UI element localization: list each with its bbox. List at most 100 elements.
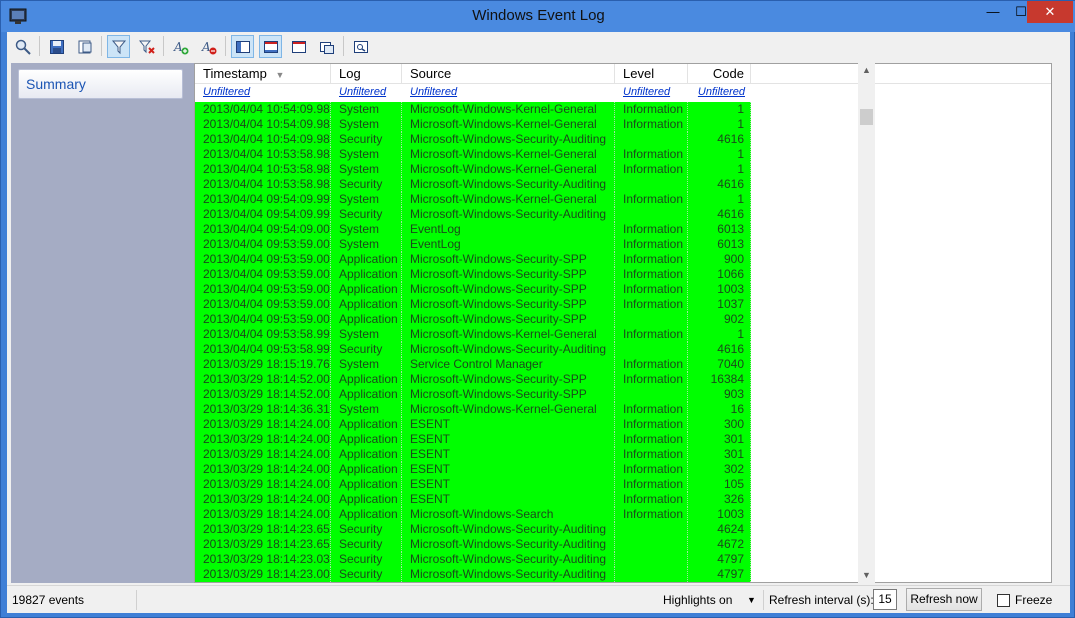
table-row[interactable]: 2013/04/04 09:54:09.998 System Microsoft-W… bbox=[195, 192, 751, 207]
cell-code: 6013 bbox=[688, 222, 751, 237]
table-row[interactable]: 2013/03/29 18:14:24.000 Application ESENT I… bbox=[195, 462, 751, 477]
table-row[interactable]: 2013/03/29 18:14:52.000 Application Micros… bbox=[195, 372, 751, 387]
cell-log: System bbox=[331, 357, 402, 372]
table-row[interactable]: 2013/04/04 10:53:58.983 System Microsoft-W… bbox=[195, 147, 751, 162]
table-row[interactable]: 2013/04/04 10:54:09.986 System Microsoft-W… bbox=[195, 117, 751, 132]
cell-source: Microsoft-Windows-Security-SPP bbox=[402, 372, 615, 387]
table-row[interactable]: 2013/04/04 09:53:59.000 Application Micros… bbox=[195, 267, 751, 282]
add-highlight-icon[interactable]: A bbox=[169, 35, 192, 58]
table-row[interactable]: 2013/03/29 18:14:23.001 Security Microsoft… bbox=[195, 567, 751, 582]
cell-log: Security bbox=[331, 537, 402, 552]
table-row[interactable]: 2013/04/04 09:53:59.000 System EventLog Inf… bbox=[195, 237, 751, 252]
scroll-up-icon[interactable]: ▲ bbox=[858, 63, 875, 77]
table-row[interactable]: 2013/04/04 09:53:58.998 Security Microsoft… bbox=[195, 342, 751, 357]
cell-code: 326 bbox=[688, 492, 751, 507]
cell-source: Microsoft-Windows-Security-SPP bbox=[402, 267, 615, 282]
client-area: A A Summary Timestamp ▼ Log Source Level… bbox=[7, 32, 1070, 613]
table-row[interactable]: 2013/04/04 09:54:09.998 Security Microsoft… bbox=[195, 207, 751, 222]
cell-source: Microsoft-Windows-Security-Auditing bbox=[402, 342, 615, 357]
column-header-level[interactable]: Level bbox=[615, 64, 688, 84]
cell-level: Information bbox=[615, 462, 688, 477]
cell-log: System bbox=[331, 237, 402, 252]
sidebar-item-summary[interactable]: Summary bbox=[18, 69, 183, 99]
cell-log: System bbox=[331, 102, 402, 117]
table-row[interactable]: 2013/03/29 18:14:52.000 Application Micros… bbox=[195, 387, 751, 402]
layout-restore-icon[interactable] bbox=[315, 35, 338, 58]
cell-timestamp: 2013/04/04 09:53:59.000 bbox=[195, 282, 331, 297]
table-row[interactable]: 2013/03/29 18:14:24.000 Application ESENT I… bbox=[195, 492, 751, 507]
cell-log: Security bbox=[331, 342, 402, 357]
table-row[interactable]: 2013/03/29 18:14:24.000 Application ESENT I… bbox=[195, 447, 751, 462]
table-row[interactable]: 2013/04/04 10:53:58.983 System Microsoft-W… bbox=[195, 162, 751, 177]
scroll-thumb[interactable] bbox=[860, 109, 873, 125]
cell-level: Information bbox=[615, 147, 688, 162]
filter-source[interactable]: Unfiltered bbox=[402, 84, 457, 100]
cell-source: Microsoft-Windows-Security-Auditing bbox=[402, 552, 615, 567]
table-row[interactable]: 2013/04/04 10:54:09.986 System Microsoft-W… bbox=[195, 102, 751, 117]
save-icon[interactable] bbox=[45, 35, 68, 58]
cell-source: Microsoft-Windows-Kernel-General bbox=[402, 162, 615, 177]
close-button[interactable]: ✕ bbox=[1027, 1, 1073, 23]
table-row[interactable]: 2013/03/29 18:15:19.766 System Service Con… bbox=[195, 357, 751, 372]
table-row[interactable]: 2013/04/04 10:53:58.983 Security Microsoft… bbox=[195, 177, 751, 192]
table-row[interactable]: 2013/03/29 18:14:23.032 Security Microsoft… bbox=[195, 552, 751, 567]
cell-code: 7040 bbox=[688, 357, 751, 372]
column-header-source[interactable]: Source bbox=[402, 64, 615, 84]
filter-icon[interactable] bbox=[107, 35, 130, 58]
cell-log: Application bbox=[331, 447, 402, 462]
table-row[interactable]: 2013/04/04 09:53:58.998 System Microsoft-W… bbox=[195, 327, 751, 342]
table-row[interactable]: 2013/04/04 09:53:59.000 Application Micros… bbox=[195, 312, 751, 327]
chevron-down-icon[interactable]: ▼ bbox=[747, 595, 756, 605]
cell-level: Information bbox=[615, 402, 688, 417]
cell-code: 4616 bbox=[688, 132, 751, 147]
column-header-log[interactable]: Log bbox=[331, 64, 402, 84]
table-row[interactable]: 2013/04/04 09:53:59.000 Application Micros… bbox=[195, 297, 751, 312]
filter-timestamp[interactable]: Unfiltered bbox=[195, 84, 250, 100]
export-icon[interactable] bbox=[73, 35, 96, 58]
table-row[interactable]: 2013/03/29 18:14:36.313 System Microsoft-W… bbox=[195, 402, 751, 417]
cell-timestamp: 2013/03/29 18:14:23.032 bbox=[195, 552, 331, 567]
find-icon[interactable] bbox=[349, 35, 372, 58]
refresh-now-button[interactable]: Refresh now bbox=[906, 588, 982, 611]
vertical-scrollbar[interactable]: ▲ ▼ bbox=[858, 63, 875, 583]
table-row[interactable]: 2013/03/29 18:14:24.000 Application ESENT I… bbox=[195, 477, 751, 492]
table-row[interactable]: 2013/03/29 18:14:23.657 Security Microsoft… bbox=[195, 537, 751, 552]
cell-level: Information bbox=[615, 372, 688, 387]
cell-source: ESENT bbox=[402, 462, 615, 477]
table-row[interactable]: 2013/04/04 09:53:59.000 Application Micros… bbox=[195, 252, 751, 267]
filter-log[interactable]: Unfiltered bbox=[331, 84, 386, 100]
column-header-timestamp[interactable]: Timestamp ▼ bbox=[195, 64, 331, 84]
scroll-down-icon[interactable]: ▼ bbox=[858, 568, 875, 582]
cell-level: Information bbox=[615, 162, 688, 177]
table-row[interactable]: 2013/03/29 18:14:24.000 Application ESENT I… bbox=[195, 417, 751, 432]
cell-code: 4616 bbox=[688, 207, 751, 222]
remove-highlight-icon[interactable]: A bbox=[197, 35, 220, 58]
cell-code: 1037 bbox=[688, 297, 751, 312]
table-row[interactable]: 2013/03/29 18:14:24.000 Application Micros… bbox=[195, 507, 751, 522]
table-row[interactable]: 2013/03/29 18:14:23.657 Security Microsoft… bbox=[195, 522, 751, 537]
cell-timestamp: 2013/03/29 18:14:23.657 bbox=[195, 522, 331, 537]
freeze-checkbox[interactable] bbox=[997, 594, 1010, 607]
cell-timestamp: 2013/04/04 09:54:09.998 bbox=[195, 192, 331, 207]
cell-level: Information bbox=[615, 417, 688, 432]
cell-code: 16384 bbox=[688, 372, 751, 387]
highlights-dropdown[interactable]: Highlights on bbox=[663, 586, 732, 614]
table-row[interactable]: 2013/04/04 09:53:59.000 Application Micros… bbox=[195, 282, 751, 297]
table-row[interactable]: 2013/04/04 09:54:09.000 System EventLog Inf… bbox=[195, 222, 751, 237]
filter-code[interactable]: Unfiltered bbox=[688, 84, 751, 100]
filter-level[interactable]: Unfiltered bbox=[615, 84, 670, 100]
cell-log: Security bbox=[331, 207, 402, 222]
minimize-button[interactable]: — bbox=[979, 1, 1007, 23]
column-header-code[interactable]: Code bbox=[688, 64, 751, 84]
table-row[interactable]: 2013/04/04 10:54:09.986 Security Microsoft… bbox=[195, 132, 751, 147]
layout-window-icon[interactable] bbox=[287, 35, 310, 58]
search-icon[interactable] bbox=[11, 35, 34, 58]
cell-code: 6013 bbox=[688, 237, 751, 252]
cell-timestamp: 2013/03/29 18:14:52.000 bbox=[195, 387, 331, 402]
layout-panel-icon[interactable] bbox=[259, 35, 282, 58]
clear-filter-icon[interactable] bbox=[135, 35, 158, 58]
title-bar[interactable]: Windows Event Log — ☐ ✕ bbox=[1, 1, 1075, 32]
layout-sidebar-icon[interactable] bbox=[231, 35, 254, 58]
refresh-interval-input[interactable]: 15 bbox=[873, 589, 897, 610]
table-row[interactable]: 2013/03/29 18:14:24.000 Application ESENT I… bbox=[195, 432, 751, 447]
